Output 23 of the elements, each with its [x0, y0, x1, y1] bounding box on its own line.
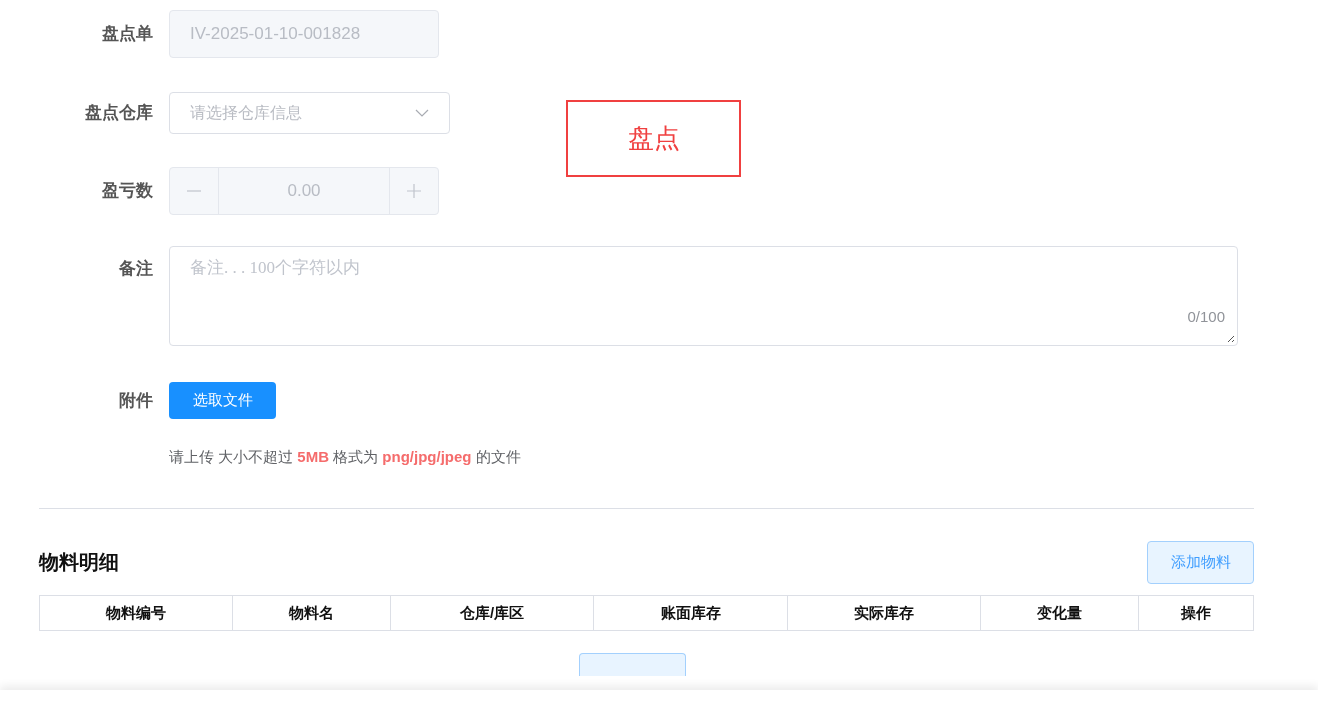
character-counter: 0/100 [1187, 308, 1225, 325]
add-material-button[interactable]: 添加物料 [1147, 541, 1254, 584]
add-material-button[interactable] [578, 653, 686, 676]
table-header-cell: 变化量 [981, 596, 1139, 630]
resize-handle-icon[interactable] [1225, 333, 1235, 343]
table-header-cell: 仓库/库区 [391, 596, 594, 630]
field-label: 备注 [118, 258, 154, 280]
chevron-down-icon [415, 109, 429, 117]
stamp-label: 盘点 [566, 100, 741, 177]
field-label: 盘点仓库 [84, 102, 154, 124]
field-label: 盈亏数 [101, 180, 154, 202]
field-label: 盘点单 [101, 23, 154, 45]
table-header-cell: 物料名 [233, 596, 391, 630]
section-title: 物料明细 [39, 550, 119, 575]
field-label: 附件 [118, 390, 154, 412]
remark-textarea[interactable]: 备注. . . 100个字符以内 0/100 [169, 246, 1238, 346]
warehouse-select[interactable]: 请选择仓库信息 [169, 92, 450, 134]
table-header-cell: 物料编号 [40, 596, 233, 630]
table-header-cell: 账面库存 [594, 596, 788, 630]
table-header-cell-text: 操作 [1180, 603, 1212, 623]
table-header-cell: 实际库存 [788, 596, 981, 630]
upload-hint: 请上传 大小不超过 5MB 格式为 png/jpg/jpeg 的文件 [169, 448, 521, 467]
choose-file-button[interactable]: 选取文件 [169, 382, 276, 419]
